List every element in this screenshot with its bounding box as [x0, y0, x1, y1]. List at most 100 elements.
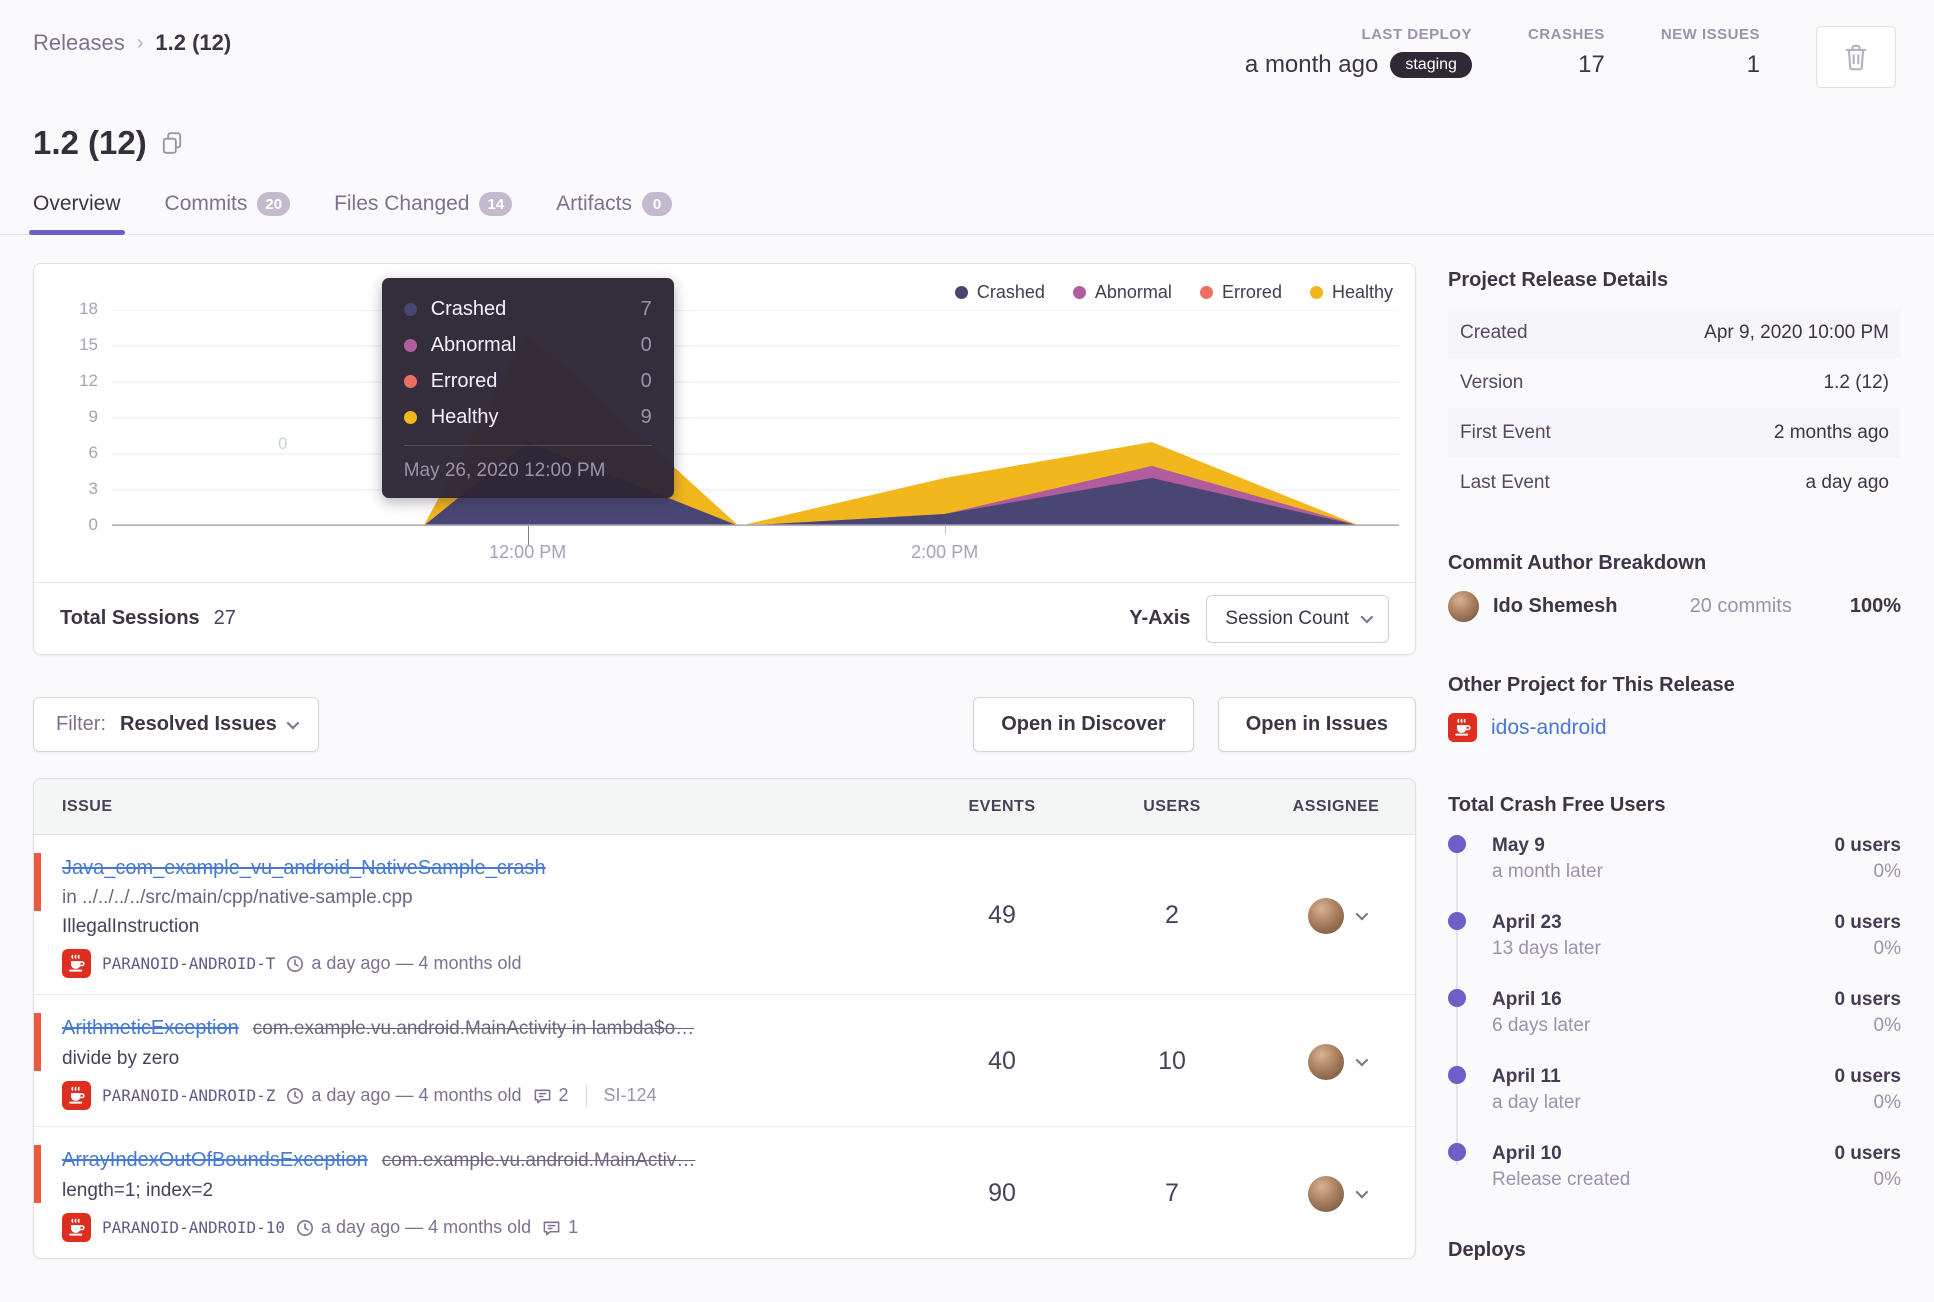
tab-artifacts-badge: 0: [642, 192, 673, 216]
page-header: Releases › 1.2 (12) LAST DEPLOY a month …: [0, 0, 1934, 235]
error-level-bar: [34, 853, 41, 911]
issue-row: ArrayIndexOutOfBoundsException com.exampl…: [34, 1127, 1415, 1258]
meta-divider: [585, 1084, 587, 1107]
y-axis-tick-label: 6: [88, 443, 98, 462]
breadcrumb-releases[interactable]: Releases: [33, 30, 125, 56]
release-details-table: Created Apr 9, 2020 10:00 PM Version 1.2…: [1448, 308, 1901, 508]
crash-free-timeline: May 9 a month later 0 users 0% April 23 …: [1448, 833, 1901, 1193]
y-axis-tick-label: 9: [88, 407, 98, 426]
copy-icon[interactable]: [161, 131, 183, 155]
sessions-chart-card: Crashed Abnormal Errored Healthy Crashed…: [33, 263, 1416, 655]
page-title: 1.2 (12): [33, 124, 147, 161]
timeline-item: April 11 a day later 0 users 0%: [1448, 1064, 1901, 1116]
project-slug: PARANOID-ANDROID-Z: [102, 1086, 276, 1105]
chart-footer: Total Sessions 27 Y-Axis Session Count: [34, 582, 1415, 654]
other-project-heading: Other Project for This Release: [1448, 674, 1735, 696]
tab-commits-badge: 20: [257, 192, 291, 216]
y-axis-tick-label: 18: [79, 299, 98, 318]
legend-item-errored[interactable]: Errored: [1199, 282, 1282, 303]
tab-overview[interactable]: Overview: [29, 192, 125, 235]
issues-filter-dropdown[interactable]: Filter: Resolved Issues: [33, 697, 319, 752]
y-axis-tick-label: 3: [88, 479, 98, 498]
issue-message: divide by zero: [62, 1048, 180, 1069]
issue-users-count: 2: [1165, 901, 1179, 929]
issue-events-count: 90: [988, 1179, 1016, 1207]
legend-item-crashed[interactable]: Crashed: [954, 282, 1045, 303]
release-overview-page: Releases › 1.2 (12) LAST DEPLOY a month …: [0, 0, 1934, 1302]
project-slug: PARANOID-ANDROID-10: [102, 1218, 286, 1237]
timeline-dot: [1448, 835, 1466, 853]
breadcrumb-chevron-icon: ›: [136, 31, 144, 54]
issue-title-link[interactable]: ArrayIndexOutOfBoundsException: [62, 1149, 368, 1171]
issue-title-link[interactable]: Java_com_example_vu_android_NativeSample…: [62, 857, 546, 879]
chevron-down-icon[interactable]: [1355, 1053, 1368, 1067]
assignee-avatar[interactable]: [1307, 1043, 1344, 1080]
y-axis-tick-label: 12: [79, 371, 98, 390]
detail-row: Version 1.2 (12): [1460, 372, 1889, 393]
release-tabs: Overview Commits 20 Files Changed 14 Art…: [29, 192, 1896, 235]
open-in-issues-button[interactable]: Open in Issues: [1217, 697, 1416, 752]
deploys-heading: Deploys: [1448, 1239, 1526, 1261]
crashed-dot-icon: [403, 303, 417, 316]
x-axis-tick: [944, 526, 946, 534]
y-axis-tick-label: 15: [79, 335, 98, 354]
project-avatar-icon: [62, 1213, 91, 1242]
issue-users-count: 10: [1158, 1047, 1186, 1075]
timeline-item: April 16 6 days later 0 users 0%: [1448, 987, 1901, 1039]
delete-release-button[interactable]: [1816, 26, 1896, 88]
environment-badge: staging: [1390, 52, 1472, 78]
timeline-dot: [1448, 989, 1466, 1007]
chart-plot-area[interactable]: [112, 309, 1399, 526]
issue-message: IllegalInstruction: [62, 916, 200, 937]
chevron-down-icon[interactable]: [1355, 907, 1368, 921]
timeline-dot: [1448, 1143, 1466, 1161]
x-axis-tick-label: 12:00 PM: [489, 542, 567, 562]
details-heading: Project Release Details: [1448, 269, 1669, 291]
issue-annotation[interactable]: SI-124: [604, 1085, 657, 1106]
chevron-down-icon[interactable]: [1355, 1185, 1368, 1199]
tooltip-timestamp: May 26, 2020 12:00 PM: [403, 445, 652, 498]
issue-row: Java_com_example_vu_android_NativeSample…: [34, 835, 1415, 995]
other-project-link[interactable]: idos-android: [1491, 716, 1607, 740]
errored-legend-dot: [1199, 286, 1213, 299]
issue-title-link[interactable]: ArithmeticException: [62, 1017, 239, 1039]
release-sidebar: Project Release Details Created Apr 9, 2…: [1448, 263, 1901, 1278]
sessions-chart[interactable]: Crashed Abnormal Errored Healthy Crashed…: [34, 264, 1415, 582]
faded-zero-label: 0: [278, 434, 288, 454]
healthy-dot-icon: [403, 411, 417, 424]
tab-commits[interactable]: Commits 20: [165, 192, 291, 234]
assignee-avatar[interactable]: [1307, 1175, 1344, 1212]
issue-age: a day ago — 4 months old: [321, 1217, 532, 1237]
issue-comments-count: 1: [568, 1217, 579, 1237]
chevron-down-icon: [286, 716, 300, 730]
assignee-avatar[interactable]: [1307, 897, 1344, 934]
issue-comments-count: 2: [558, 1085, 569, 1105]
y-axis-tick-label: 0: [88, 515, 98, 534]
chart-legend: Crashed Abnormal Errored Healthy: [954, 282, 1393, 303]
stat-new-issues: NEW ISSUES 1: [1660, 26, 1760, 78]
tab-files-changed-badge: 14: [479, 192, 513, 216]
trash-icon: [1845, 44, 1867, 71]
clock-icon: [287, 955, 304, 972]
issue-culprit: in ../../../../src/main/cpp/native-sampl…: [62, 887, 413, 908]
legend-item-healthy[interactable]: Healthy: [1309, 282, 1393, 303]
issue-row: ArithmeticException com.example.vu.androi…: [34, 995, 1415, 1127]
comments-icon: [534, 1089, 550, 1103]
issues-toolbar: Filter: Resolved Issues Open in Discover…: [33, 697, 1416, 752]
tab-artifacts[interactable]: Artifacts 0: [556, 192, 673, 234]
issue-culprit: com.example.vu.android.MainActivity in l…: [252, 1018, 695, 1039]
breadcrumb: Releases › 1.2 (12): [33, 26, 231, 56]
abnormal-legend-dot: [1072, 286, 1086, 299]
total-sessions-label: Total Sessions: [60, 607, 200, 629]
open-in-discover-button[interactable]: Open in Discover: [973, 697, 1194, 752]
clock-icon: [287, 1087, 304, 1104]
healthy-legend-dot: [1309, 286, 1323, 299]
tab-files-changed[interactable]: Files Changed 14: [334, 192, 513, 234]
errored-dot-icon: [403, 375, 417, 388]
project-slug: PARANOID-ANDROID-T: [102, 954, 276, 973]
detail-row: Created Apr 9, 2020 10:00 PM: [1448, 308, 1901, 358]
legend-item-abnormal[interactable]: Abnormal: [1072, 282, 1172, 303]
detail-row: Last Event a day ago: [1460, 472, 1889, 493]
yaxis-select[interactable]: Session Count: [1206, 594, 1389, 643]
x-axis-tick-label: 2:00 PM: [911, 542, 979, 562]
